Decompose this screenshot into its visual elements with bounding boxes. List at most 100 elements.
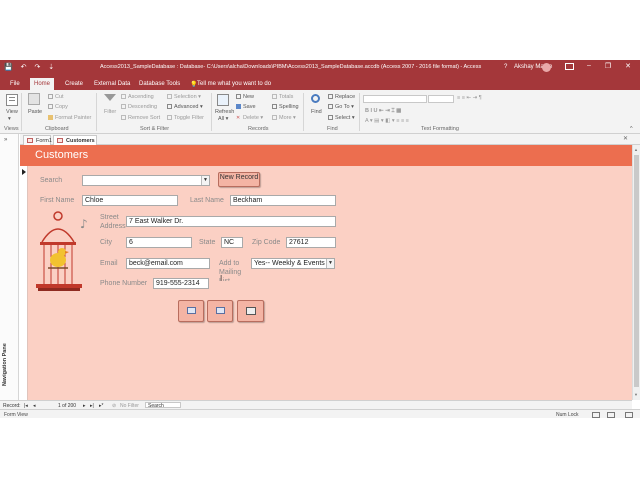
help-icon[interactable]: ? bbox=[504, 64, 507, 70]
tab-external-data[interactable]: External Data bbox=[90, 78, 134, 90]
refresh-icon[interactable] bbox=[217, 94, 229, 106]
close-button[interactable]: ✕ bbox=[619, 62, 637, 70]
totals-button[interactable]: Totals bbox=[272, 94, 293, 100]
previous-record-button[interactable] bbox=[178, 300, 204, 322]
print-record-button[interactable] bbox=[237, 300, 264, 322]
divider bbox=[303, 93, 304, 131]
record-search-input[interactable]: Search bbox=[145, 402, 181, 409]
toggle-filter-button[interactable]: Toggle Filter bbox=[167, 115, 204, 121]
font-name-combo[interactable] bbox=[363, 95, 427, 103]
advanced-filter-icon bbox=[167, 104, 172, 110]
paste-button[interactable]: Paste bbox=[28, 109, 42, 115]
spelling-icon bbox=[272, 104, 277, 110]
collapse-ribbon-icon[interactable]: ^ bbox=[630, 126, 633, 132]
state-field[interactable]: NC bbox=[221, 237, 243, 248]
phone-number-label: Phone Number bbox=[100, 280, 148, 287]
tab-create[interactable]: Create bbox=[61, 78, 87, 90]
save-button[interactable]: Save bbox=[236, 104, 256, 110]
more-icon bbox=[272, 115, 277, 121]
scroll-down-icon[interactable]: ▼ bbox=[634, 392, 638, 397]
ascending-button[interactable]: Ascending bbox=[121, 94, 154, 100]
form-view-icon[interactable] bbox=[592, 412, 600, 418]
window-title: Access2013_SampleDatabase : Database- C:… bbox=[100, 64, 482, 70]
email-field[interactable]: beck@email.com bbox=[126, 258, 210, 269]
phone-number-field[interactable]: 919-555-2314 bbox=[153, 278, 209, 289]
record-selector[interactable] bbox=[20, 166, 28, 400]
paste-icon[interactable] bbox=[28, 93, 40, 105]
avatar[interactable] bbox=[542, 63, 551, 72]
replace-icon bbox=[328, 94, 333, 100]
ribbon-display-icon[interactable] bbox=[565, 63, 574, 70]
form-body: Search ▼ New Record First Name Chloe Las… bbox=[28, 166, 632, 400]
search-combo[interactable]: ▼ bbox=[82, 175, 210, 186]
svg-text:♪: ♪ bbox=[80, 217, 88, 231]
selection-button[interactable]: Selection ▾ bbox=[167, 94, 201, 100]
refresh-button[interactable]: Refresh bbox=[215, 109, 234, 115]
tab-database-tools[interactable]: Database Tools bbox=[135, 78, 184, 90]
spelling-button[interactable]: Spelling bbox=[272, 104, 299, 110]
save-icon bbox=[236, 104, 241, 110]
page-title: Customers bbox=[35, 149, 89, 161]
tell-me-box[interactable]: Tell me what you want to do bbox=[193, 78, 275, 90]
scroll-up-icon[interactable]: ▲ bbox=[634, 147, 638, 152]
chevron-down-icon[interactable]: ▼ bbox=[326, 259, 334, 268]
restore-button[interactable]: ❐ bbox=[599, 62, 617, 70]
navigation-pane-label: Navigation Pane bbox=[2, 343, 8, 386]
last-name-label: Last Name bbox=[190, 197, 224, 204]
font-size-combo[interactable] bbox=[428, 95, 454, 103]
find-button[interactable]: Find bbox=[311, 109, 322, 115]
form-header: Customers bbox=[20, 145, 632, 166]
text-style-icons[interactable]: B I U ⇤ ⇥ ⌶ ▦ bbox=[365, 108, 401, 115]
cut-button[interactable]: Cut bbox=[48, 94, 64, 100]
street-address-field[interactable]: 7 East Walker Dr. bbox=[126, 216, 336, 227]
magnifier-icon[interactable] bbox=[311, 94, 323, 106]
goto-button[interactable]: Go To ▾ bbox=[328, 104, 354, 110]
navigation-pane[interactable]: » Navigation Pane bbox=[0, 134, 19, 410]
new-record-ribbon-button[interactable]: New bbox=[236, 94, 254, 100]
tab-customers[interactable]: Customers bbox=[53, 135, 97, 145]
list-format-icons[interactable]: ≡ ≡ ⇤ ⇥ ¶ bbox=[457, 95, 482, 101]
close-icon[interactable]: ✕ bbox=[623, 135, 628, 142]
divider bbox=[359, 93, 360, 131]
mailing-list-combo[interactable]: Yes-- Weekly & Events ▼ bbox=[251, 258, 335, 269]
select-button[interactable]: Select ▾ bbox=[328, 115, 355, 121]
city-field[interactable]: 6 bbox=[126, 237, 192, 248]
datasheet-view-icon[interactable] bbox=[607, 412, 615, 418]
sigma-icon bbox=[272, 94, 277, 100]
remove-sort-button[interactable]: Remove Sort bbox=[121, 115, 160, 121]
advanced-button[interactable]: Advanced ▾ bbox=[167, 104, 203, 110]
format-painter-button[interactable]: Format Painter bbox=[48, 115, 91, 121]
new-record-button[interactable]: New Record bbox=[218, 172, 260, 187]
minimize-button[interactable]: – bbox=[580, 62, 598, 69]
tab-form1[interactable]: Form1 bbox=[23, 135, 52, 145]
chevron-down-icon[interactable]: ▼ bbox=[201, 176, 209, 185]
group-records: Records bbox=[248, 126, 269, 132]
delete-button[interactable]: ✕ Delete ▾ bbox=[236, 115, 263, 121]
more-button[interactable]: More ▾ bbox=[272, 115, 296, 121]
edit-record-button[interactable] bbox=[207, 300, 233, 322]
zip-code-field[interactable]: 27612 bbox=[286, 237, 336, 248]
first-name-field[interactable]: Chloe bbox=[82, 195, 178, 206]
tab-file[interactable]: File bbox=[6, 78, 24, 90]
quick-access-toolbar[interactable]: 💾 ↶ ↷ ⇣ bbox=[4, 63, 57, 71]
text-cursor-icon: I bbox=[220, 274, 223, 283]
color-icons[interactable]: A ▾ ▤ ▾ ◧ ▾ ≡ ≡ ≡ bbox=[365, 118, 409, 124]
filter-icon[interactable] bbox=[104, 94, 116, 106]
design-view-icon[interactable] bbox=[625, 412, 633, 418]
replace-button[interactable]: Replace bbox=[328, 94, 355, 100]
descending-button[interactable]: Descending bbox=[121, 104, 157, 110]
copy-button[interactable]: Copy bbox=[48, 104, 68, 110]
chevron-right-icon[interactable]: » bbox=[4, 137, 7, 143]
refresh-all-button[interactable]: All ▾ bbox=[218, 116, 228, 122]
view-button[interactable]: View bbox=[6, 109, 18, 115]
view-icon[interactable] bbox=[6, 94, 18, 106]
scroll-thumb[interactable] bbox=[634, 155, 639, 387]
group-clipboard: Clipboard bbox=[45, 126, 69, 132]
vertical-scrollbar[interactable]: ▲ ▼ bbox=[632, 145, 640, 400]
filter-button[interactable]: Filter bbox=[104, 109, 116, 115]
selection-icon bbox=[167, 94, 172, 100]
last-name-field[interactable]: Beckham bbox=[230, 195, 336, 206]
printer-icon bbox=[246, 307, 256, 315]
tab-home[interactable]: Home bbox=[30, 78, 55, 90]
chevron-down-icon[interactable]: ▾ bbox=[8, 116, 11, 122]
